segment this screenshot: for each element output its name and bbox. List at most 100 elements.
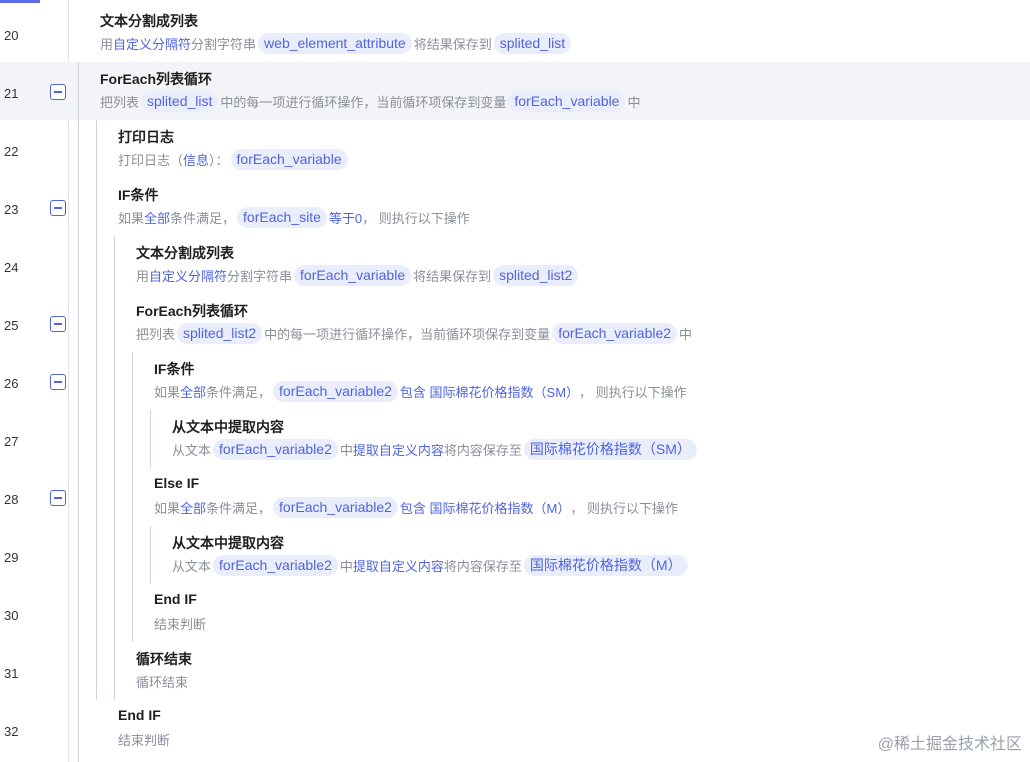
description-text: 把列表 [100, 94, 140, 110]
step-description: 如果 全部 条件满足， forEach_site 等于0， 则执行以下操作 [118, 206, 470, 228]
step-row-28[interactable]: 28 Else IF 如果 全部 条件满足， forEach_variable2 包含 … [0, 468, 1030, 526]
variable-chip[interactable]: splited_list2 [177, 322, 263, 344]
description-text: 中 [679, 326, 693, 342]
step-description: 从文本 forEach_variable2 中提取自定义内容 将内容保存至 国际棉花价格… [172, 554, 690, 576]
description-text: ， 则执行以下操作 [570, 500, 678, 516]
step-description: 打印日志（ 信息）： forEach_variable [118, 148, 350, 170]
keyword-link: 自定义分隔符 [149, 268, 228, 284]
step-row-27[interactable]: 27 从文本中提取内容 从文本 forEach_variable2 中提取自定义内容… [0, 410, 1030, 468]
description-text: 循环结束 [136, 674, 189, 690]
step-row-26[interactable]: 26 IF条件 如果 全部 条件满足， forEach_variable2 包含 国际棉… [0, 352, 1030, 410]
variable-chip[interactable]: forEach_variable [508, 90, 626, 112]
description-text: 将结果保存到 [413, 268, 492, 284]
collapse-toggle-icon[interactable] [50, 490, 66, 506]
variable-chip[interactable]: forEach_variable2 [273, 380, 398, 402]
line-number: 28 [4, 492, 19, 507]
variable-chip[interactable]: 国际棉花价格指数（SM） [523, 438, 697, 460]
step-title: 从文本中提取内容 [172, 535, 284, 551]
line-number: 26 [4, 376, 19, 391]
description-text: 将结果保存到 [413, 36, 492, 52]
line-number: 31 [4, 666, 19, 681]
description-text: 用 [100, 36, 114, 52]
collapse-toggle-icon[interactable] [50, 200, 66, 216]
nesting-guide [150, 526, 151, 584]
description-text: ， 则执行以下操作 [362, 210, 470, 226]
variable-chip[interactable]: forEach_site [237, 206, 327, 228]
description-text: 中的每一项进行循环操作，当前循环项保存到变量 [220, 94, 507, 110]
description-text: 分割字符串 [191, 36, 257, 52]
step-row-21[interactable]: 21 ForEach列表循环 把列表 splited_list 中的每一项进行循环操… [0, 62, 1030, 120]
variable-chip[interactable]: forEach_variable2 [213, 554, 338, 576]
step-row-22[interactable]: 22 打印日志 打印日志（ 信息）： forEach_variable [0, 120, 1030, 178]
step-row-20[interactable]: 20 文本分割成列表 用自定义分隔符 分割字符串 web_element_attri… [0, 4, 1030, 62]
variable-chip[interactable]: forEach_variable [294, 264, 412, 286]
line-number: 22 [4, 144, 19, 159]
step-title: 文本分割成列表 [136, 245, 234, 261]
variable-chip[interactable]: forEach_variable2 [273, 496, 398, 518]
variable-chip[interactable]: splited_list [493, 32, 572, 54]
step-row-30[interactable]: 30 End IF 结束判断 [0, 584, 1030, 642]
line-number: 21 [4, 86, 19, 101]
description-text: 中的每一项进行循环操作，当前循环项保存到变量 [264, 326, 551, 342]
step-title: IF条件 [118, 187, 159, 203]
variable-chip[interactable]: 国际棉花价格指数（M） [523, 554, 688, 576]
line-number: 25 [4, 318, 19, 333]
step-title: 循环结束 [136, 651, 192, 667]
step-title: End IF [154, 591, 197, 607]
nesting-guide [132, 352, 133, 642]
step-title: Else IF [154, 475, 200, 491]
step-description: 从文本 forEach_variable2 中提取自定义内容 将内容保存至 国际棉花价格… [172, 438, 699, 460]
description-text: 条件满足， [206, 500, 272, 516]
keyword-link: 包含 国际棉花价格指数（M） [399, 500, 571, 516]
step-title: IF条件 [154, 361, 195, 377]
step-row-29[interactable]: 29 从文本中提取内容 从文本 forEach_variable2 中提取自定义内容… [0, 526, 1030, 584]
step-row-23[interactable]: 23 IF条件 如果 全部 条件满足， forEach_site 等于0， 则执行以下操… [0, 178, 1030, 236]
collapse-toggle-icon[interactable] [50, 316, 66, 332]
top-progress-accent [0, 0, 40, 3]
variable-chip[interactable]: web_element_attribute [258, 32, 412, 54]
description-text: 将内容保存至 [443, 442, 522, 458]
collapse-toggle-icon[interactable] [50, 374, 66, 390]
nesting-guide [114, 236, 115, 700]
description-text: 中 [339, 558, 353, 574]
variable-chip[interactable]: forEach_variable [230, 148, 348, 170]
description-text: 从文本 [172, 442, 212, 458]
watermark-text: @稀土掘金技术社区 [877, 736, 1022, 753]
nesting-guide [150, 410, 151, 468]
description-text: ， 则执行以下操作 [579, 384, 687, 400]
keyword-link: 提取自定义内容 [352, 442, 444, 458]
variable-chip[interactable]: splited_list [141, 90, 219, 112]
keyword-link: 提取自定义内容 [352, 558, 444, 574]
collapse-toggle-icon[interactable] [50, 84, 66, 100]
step-description: 如果 全部 条件满足， forEach_variable2 包含 国际棉花价格指数（SM… [154, 380, 687, 402]
line-number: 29 [4, 550, 19, 565]
description-text: 结束判断 [118, 732, 171, 748]
variable-chip[interactable]: splited_list2 [493, 264, 579, 286]
line-number: 32 [4, 724, 19, 739]
step-title: 打印日志 [118, 129, 174, 145]
variable-chip[interactable]: forEach_variable2 [213, 438, 338, 460]
line-number: 27 [4, 434, 19, 449]
description-text: 如果 [154, 384, 181, 400]
step-title: 从文本中提取内容 [172, 419, 284, 435]
step-row-31[interactable]: 31 循环结束 循环结束 [0, 642, 1030, 700]
line-number: 30 [4, 608, 19, 623]
description-text: 条件满足， [170, 210, 236, 226]
step-description: 结束判断 [154, 612, 206, 634]
description-text: 中 [627, 94, 641, 110]
step-row-25[interactable]: 25 ForEach列表循环 把列表 splited_list2 中的每一项进行循环… [0, 294, 1030, 352]
step-description: 用自定义分隔符 分割字符串 forEach_variable 将结果保存到 splite… [136, 264, 580, 286]
nesting-guide [78, 62, 79, 762]
step-description: 如果 全部 条件满足， forEach_variable2 包含 国际棉花价格指数（M）… [154, 496, 678, 518]
description-text: 结束判断 [154, 616, 207, 632]
step-title: ForEach列表循环 [136, 303, 249, 319]
line-number: 20 [4, 28, 19, 43]
keyword-link: 全部 [180, 500, 207, 516]
step-title: ForEach列表循环 [100, 71, 213, 87]
step-row-24[interactable]: 24 文本分割成列表 用自定义分隔符 分割字符串 forEach_variable 将… [0, 236, 1030, 294]
step-row-32[interactable]: 32 End IF 结束判断 [0, 700, 1030, 758]
keyword-link: 信息 [183, 152, 210, 168]
description-text: 从文本 [172, 558, 212, 574]
variable-chip[interactable]: forEach_variable2 [552, 322, 678, 344]
description-text: 分割字符串 [227, 268, 293, 284]
